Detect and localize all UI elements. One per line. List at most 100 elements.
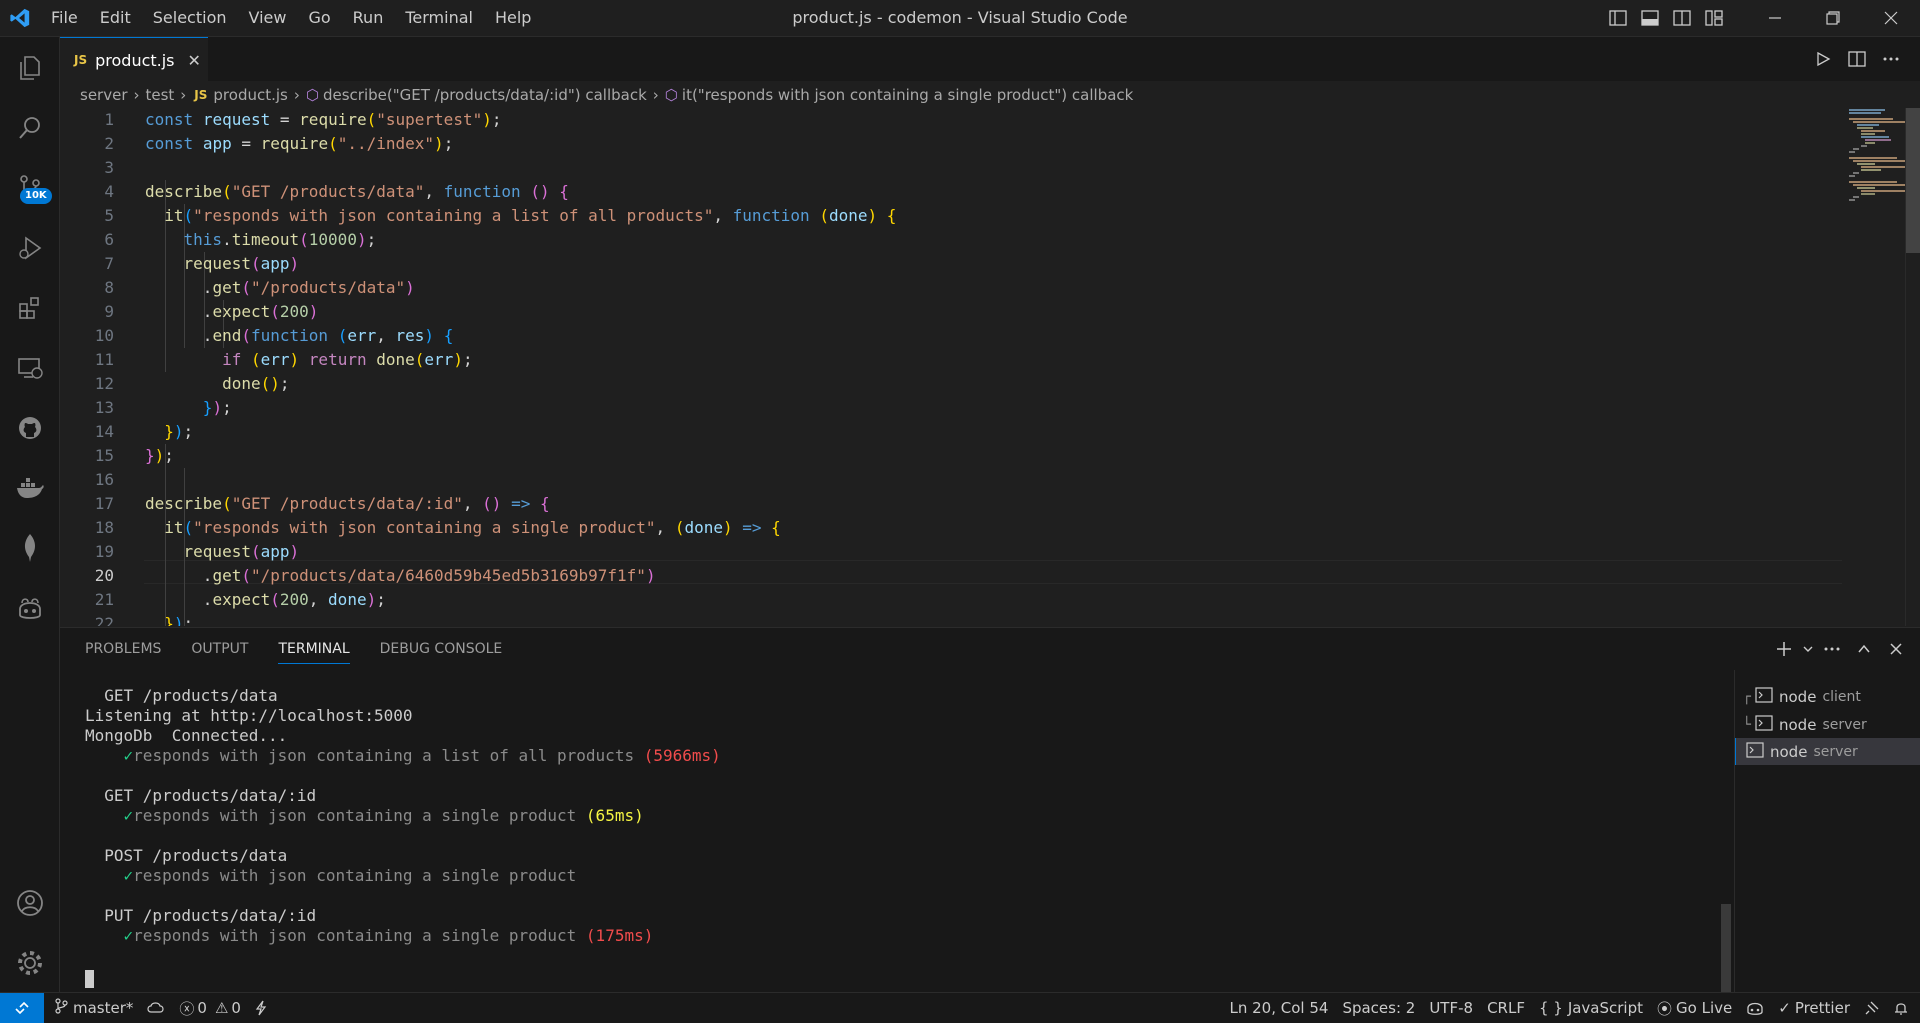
remote-explorer-icon[interactable] [0, 342, 59, 394]
encoding[interactable]: UTF-8 [1422, 993, 1480, 1023]
terminal-instance[interactable]: ┌ node client [1735, 683, 1920, 710]
split-editor-icon[interactable] [1840, 37, 1874, 81]
language-mode[interactable]: { } JavaScript [1532, 993, 1650, 1023]
close-window-icon[interactable] [1862, 0, 1920, 36]
more-actions-icon[interactable] [1874, 37, 1908, 81]
line-number: 13 [94, 398, 114, 417]
breadcrumb-folder-test[interactable]: test [145, 86, 174, 104]
feedback-icon[interactable] [1857, 993, 1887, 1023]
maximize-panel-icon[interactable] [1848, 628, 1880, 670]
github-icon[interactable] [0, 402, 59, 454]
activity-bar: 10K [0, 37, 60, 992]
terminal-scrollbar[interactable] [1721, 904, 1731, 994]
line-number: 6 [104, 230, 114, 249]
docker-icon[interactable] [0, 462, 59, 514]
run-debug-icon[interactable] [0, 222, 59, 274]
terminal-name: node [1779, 715, 1817, 734]
settings-gear-icon[interactable] [0, 937, 59, 989]
terminal-line: Listening at http://localhost:5000 [85, 706, 413, 725]
problems-status[interactable]: ⓧ 0 ⚠ 0 [172, 993, 248, 1023]
cursor-position[interactable]: Ln 20, Col 54 [1223, 993, 1336, 1023]
go-live-button[interactable]: ⦿ Go Live [1650, 993, 1739, 1023]
breadcrumb: server › test › JS product.js › ⬡ descri… [60, 82, 1920, 108]
menu-terminal[interactable]: Terminal [394, 0, 484, 36]
terminal-output[interactable]: GET /products/data Listening at http://l… [85, 686, 1475, 988]
terminal-icon [1755, 686, 1773, 707]
prettier-status[interactable]: ✓ Prettier [1771, 993, 1857, 1023]
menu-go[interactable]: Go [297, 0, 341, 36]
close-panel-icon[interactable] [1880, 628, 1912, 670]
javascript-file-icon: JS [74, 53, 88, 67]
toggle-primary-sidebar-icon[interactable] [1602, 0, 1634, 36]
new-terminal-icon[interactable] [1768, 628, 1800, 670]
lightning-icon[interactable] [248, 993, 274, 1023]
tab-problems[interactable]: PROBLEMS [85, 628, 161, 670]
terminal-line: PUT /products/data/:id [85, 906, 317, 925]
line-number: 16 [94, 470, 114, 489]
tab-debug-console[interactable]: DEBUG CONSOLE [380, 628, 503, 670]
terminal-line: ✓responds with json containing a single … [85, 926, 654, 946]
tab-output[interactable]: OUTPUT [191, 628, 248, 670]
end-of-line[interactable]: CRLF [1480, 993, 1532, 1023]
account-icon[interactable] [0, 877, 59, 929]
minimize-icon[interactable] [1746, 0, 1804, 36]
search-icon[interactable] [0, 102, 59, 154]
notifications-bell-icon[interactable] [1887, 993, 1920, 1023]
line-number: 8 [104, 278, 114, 297]
menu-file[interactable]: File [40, 0, 89, 36]
line-number: 7 [104, 254, 114, 273]
line-number: 21 [94, 590, 114, 609]
line-number: 17 [94, 494, 114, 513]
restore-icon[interactable] [1804, 0, 1862, 36]
go-live-label: Go Live [1676, 999, 1733, 1017]
extensions-icon[interactable] [0, 282, 59, 334]
check-double-icon: ✓ [1778, 999, 1791, 1017]
test-duration: (175ms) [585, 926, 654, 945]
branch-name: master* [73, 999, 134, 1017]
remote-indicator-icon[interactable] [0, 993, 44, 1023]
line-number: 10 [94, 326, 114, 345]
toggle-secondary-sidebar-icon[interactable] [1666, 0, 1698, 36]
terminal-line: ✓responds with json containing a list of… [85, 746, 721, 766]
editor-scrollbar[interactable] [1905, 108, 1920, 626]
tree-connector: ┌ [1742, 688, 1751, 705]
customize-layout-icon[interactable] [1698, 0, 1730, 36]
line-number: 12 [94, 374, 114, 393]
indentation[interactable]: Spaces: 2 [1335, 993, 1422, 1023]
breadcrumb-symbol-it[interactable]: it("responds with json containing a sing… [682, 86, 1133, 104]
terminal-line: GET /products/data/:id [85, 786, 317, 805]
branch-status[interactable]: master* [44, 993, 140, 1023]
run-file-icon[interactable] [1806, 37, 1840, 81]
terminal-instance-active[interactable]: node server [1735, 738, 1920, 765]
breadcrumb-symbol-describe[interactable]: describe("GET /products/data/:id") callb… [323, 86, 647, 104]
tab-product-js[interactable]: JS product.js ✕ [60, 37, 208, 82]
check-icon: ✓ [123, 926, 134, 945]
editor-scroll-thumb[interactable] [1906, 108, 1920, 253]
check-icon: ✓ [123, 866, 134, 885]
close-tab-icon[interactable]: ✕ [188, 51, 201, 70]
menu-view[interactable]: View [238, 0, 298, 36]
explorer-icon[interactable] [0, 42, 59, 94]
tab-terminal[interactable]: TERMINAL [278, 628, 350, 670]
broadcast-icon: ⦿ [1657, 999, 1673, 1018]
terminal-sub: client [1822, 688, 1861, 705]
menu-help[interactable]: Help [484, 0, 542, 36]
terminal-instance[interactable]: └ node server [1735, 711, 1920, 738]
tree-connector: └ [1742, 716, 1751, 733]
mongodb-leaf-icon[interactable] [0, 522, 59, 574]
chevron-down-icon[interactable] [1800, 628, 1816, 670]
terminal-icon [1755, 714, 1773, 735]
copilot-status-icon[interactable] [1739, 993, 1771, 1023]
code-editor[interactable]: 1 const request = require("supertest"); 2… [60, 108, 1920, 626]
sync-icon[interactable] [140, 993, 172, 1023]
vscode-logo-icon [0, 0, 40, 36]
menu-selection[interactable]: Selection [142, 0, 238, 36]
toggle-panel-icon[interactable] [1634, 0, 1666, 36]
menu-edit[interactable]: Edit [89, 0, 142, 36]
breadcrumb-file[interactable]: product.js [213, 86, 287, 104]
copilot-icon[interactable] [0, 582, 59, 634]
braces-icon: { } [1538, 999, 1563, 1017]
more-actions-icon[interactable] [1816, 628, 1848, 670]
breadcrumb-folder-server[interactable]: server [80, 86, 127, 104]
menu-run[interactable]: Run [342, 0, 395, 36]
